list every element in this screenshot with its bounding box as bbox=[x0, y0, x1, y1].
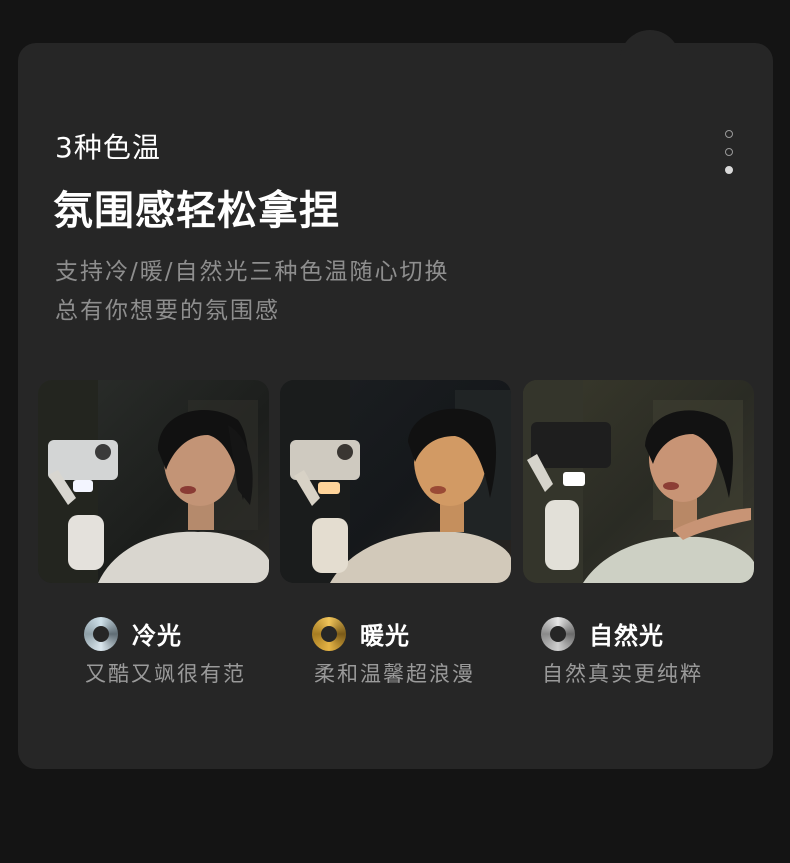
eyebrow-title: 3种色温 bbox=[55, 131, 161, 164]
natural-light-photo bbox=[523, 380, 754, 583]
mode-warm-light-title: 暖光 bbox=[360, 622, 410, 650]
warm-light-photo bbox=[280, 380, 511, 583]
pagination-dot-2[interactable] bbox=[725, 148, 733, 156]
mode-warm-light-subtitle: 柔和温馨超浪漫 bbox=[314, 662, 475, 686]
pagination-dot-3-active[interactable] bbox=[725, 166, 733, 174]
pagination-dots bbox=[725, 130, 735, 184]
cool-light-photo bbox=[38, 380, 269, 583]
mode-natural-light-title: 自然光 bbox=[589, 622, 664, 650]
mode-natural-light-subtitle: 自然真实更纯粹 bbox=[542, 662, 703, 686]
mode-natural-light: 自然光 bbox=[541, 616, 664, 651]
cool-light-photo-illustration bbox=[38, 380, 269, 583]
natural-light-ring-icon bbox=[541, 616, 575, 651]
description-line-1: 支持冷/暖/自然光三种色温随心切换 bbox=[55, 259, 450, 285]
pagination-dot-1[interactable] bbox=[725, 130, 733, 138]
warm-light-photo-illustration bbox=[280, 380, 511, 583]
mode-cool-light-subtitle: 又酷又飒很有范 bbox=[85, 662, 246, 686]
mode-warm-light: 暖光 bbox=[312, 616, 410, 651]
warm-light-ring-icon bbox=[312, 616, 346, 651]
cool-light-ring-icon bbox=[84, 616, 118, 651]
card-tab bbox=[620, 30, 680, 60]
mode-cool-light-title: 冷光 bbox=[132, 622, 182, 650]
headline: 氛围感轻松拿捏 bbox=[53, 188, 340, 234]
description-line-2: 总有你想要的氛围感 bbox=[55, 298, 280, 324]
mode-cool-light: 冷光 bbox=[84, 616, 182, 651]
natural-light-photo-illustration bbox=[523, 380, 754, 583]
